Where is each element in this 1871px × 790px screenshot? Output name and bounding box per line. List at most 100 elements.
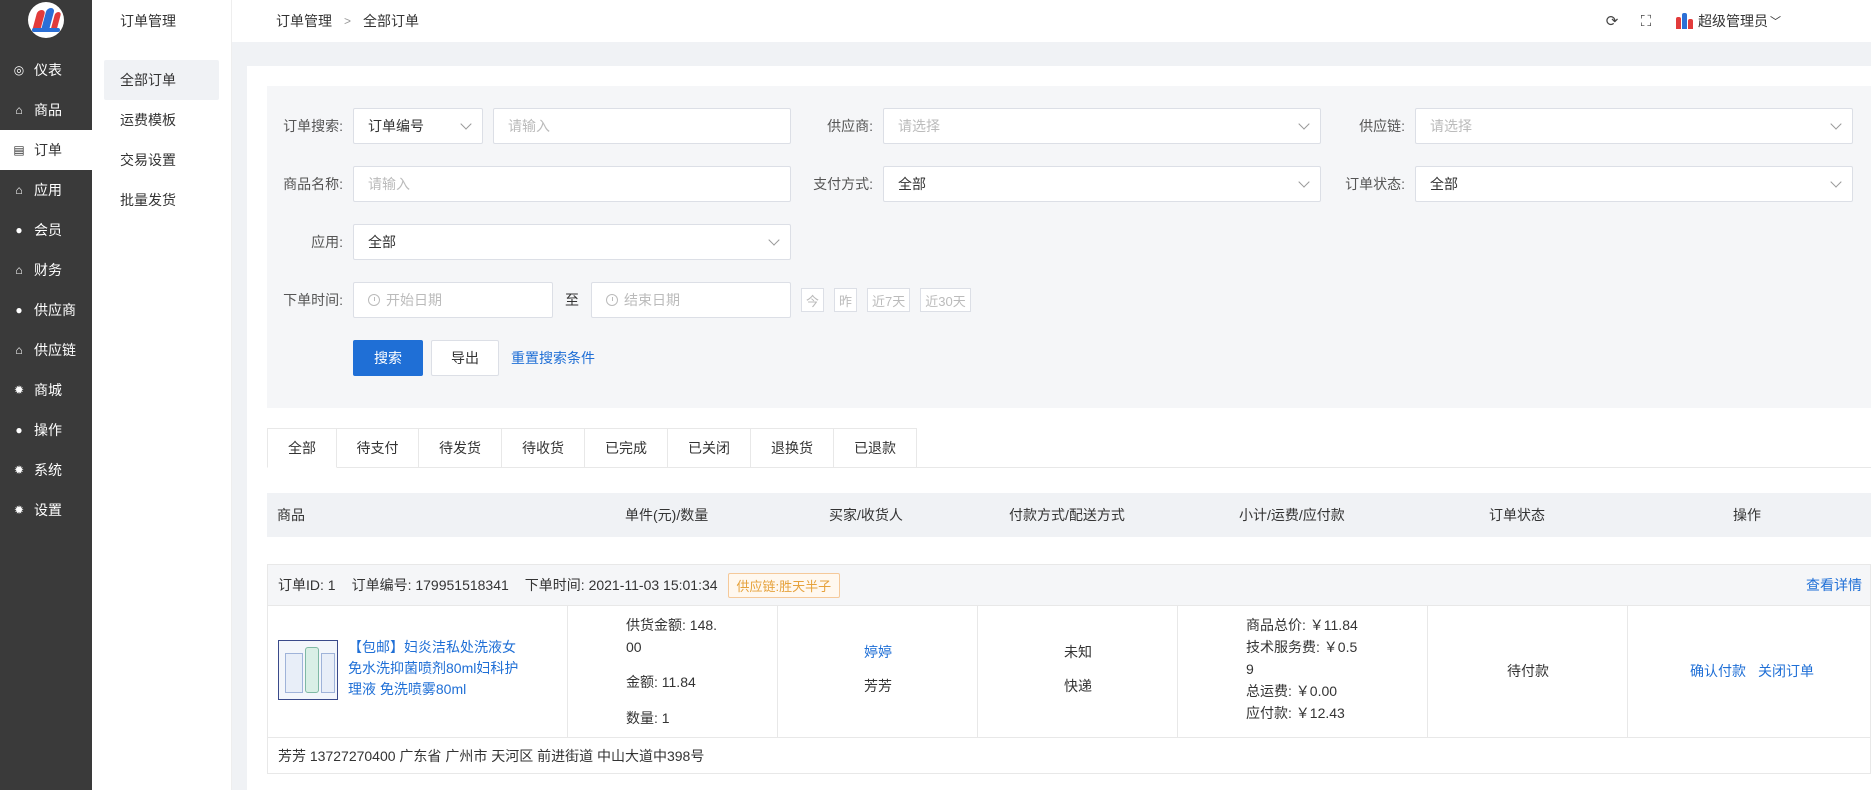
app-value: 全部	[368, 234, 396, 250]
tab-refunded[interactable]: 已退款	[834, 428, 917, 468]
sub-item-freight-template[interactable]: 运费模板	[104, 100, 219, 140]
sub-item-all-orders[interactable]: 全部订单	[104, 60, 219, 100]
product-name-link[interactable]: 【包邮】妇炎洁私处洗液女免水洗抑菌喷剂80ml妇科护理液 免洗喷雾80ml	[348, 637, 528, 700]
view-detail-link[interactable]: 查看详情	[1806, 575, 1862, 595]
order-time-label: 下单时间:	[283, 292, 343, 308]
order-row: 【包邮】妇炎洁私处洗液女免水洗抑菌喷剂80ml妇科护理液 免洗喷雾80ml 供货…	[267, 606, 1871, 738]
main-nav: ◎ 仪表 ⌂ 商品 ▤ 订单 ⌂ 应用 ● 会员 ⌂ 财务 ● 供应商 ⌂ 供应链 ✹ 商城 ● 操…	[0, 0, 92, 790]
nav-item-supply-chain[interactable]: ⌂ 供应链	[0, 330, 92, 370]
tab-completed[interactable]: 已完成	[585, 428, 668, 468]
nav-item-members[interactable]: ● 会员	[0, 210, 92, 250]
nav-item-label: 商城	[34, 382, 62, 398]
tab-pending-receipt[interactable]: 待收货	[502, 428, 585, 468]
supplier-row: 供应商: 请选择	[801, 108, 1321, 144]
app-select[interactable]: 全部	[353, 224, 791, 260]
search-row-2: 商品名称: 请输入	[267, 166, 791, 202]
nav-item-settings[interactable]: ✹ 设置	[0, 490, 92, 530]
document-icon: ▤	[13, 143, 25, 157]
sub-item-trade-settings[interactable]: 交易设置	[104, 140, 219, 180]
chevron-down-icon	[1830, 118, 1842, 130]
order-status-value: 全部	[1430, 176, 1458, 192]
order-header-row: 订单ID: 1 订单编号: 179951518341 下单时间: 2021-11…	[267, 564, 1871, 606]
breadcrumb: 订单管理 > 全部订单	[232, 11, 419, 31]
refresh-icon[interactable]: ⟳	[1604, 13, 1620, 30]
gear-icon: ✹	[13, 503, 25, 517]
chevron-down-icon	[1830, 176, 1842, 188]
pay-method-select[interactable]: 全部	[883, 166, 1321, 202]
search-button[interactable]: 搜索	[353, 340, 423, 376]
nav-item-apps[interactable]: ⌂ 应用	[0, 170, 92, 210]
supplier-select[interactable]: 请选择	[883, 108, 1321, 144]
search-actions: 搜索 导出 重置搜索条件	[353, 340, 595, 376]
order-search-type-value: 订单编号	[368, 118, 424, 134]
close-order-link[interactable]: 关闭订单	[1758, 661, 1814, 681]
order-price-cell: 供货金额: 148. 00 金额: 11.84 数量: 1	[568, 606, 778, 737]
user-menu[interactable]: 超级管理员 ﹀	[1674, 11, 1781, 31]
tab-returns[interactable]: 退换货	[751, 428, 834, 468]
order-status: 待付款	[1507, 663, 1549, 679]
quick-date-today[interactable]: 今	[801, 288, 825, 312]
order-search-type-select[interactable]: 订单编号	[353, 108, 483, 144]
quick-date-yesterday[interactable]: 昨	[834, 288, 858, 312]
quick-date-7days[interactable]: 近7天	[867, 288, 911, 312]
supply-chain-label: 供应链:	[1359, 118, 1405, 134]
tab-pending-payment[interactable]: 待支付	[337, 428, 419, 468]
nav-item-suppliers[interactable]: ● 供应商	[0, 290, 92, 330]
order-amount-cell: 商品总价: ￥11.84 技术服务费: ￥0.5 9 总运费: ￥0.00 应付…	[1178, 606, 1428, 737]
col-actions: 操作	[1733, 507, 1761, 523]
nav-item-dashboard[interactable]: ◎ 仪表	[0, 50, 92, 90]
app-root: ◎ 仪表 ⌂ 商品 ▤ 订单 ⌂ 应用 ● 会员 ⌂ 财务 ● 供应商 ⌂ 供应链 ✹ 商城 ● 操…	[0, 0, 1871, 790]
supply-chain-placeholder: 请选择	[1430, 118, 1472, 134]
fullscreen-icon[interactable]: ⛶	[1638, 13, 1654, 30]
col-amounts: 小计/运费/应付款	[1239, 507, 1345, 523]
nav-item-label: 设置	[34, 502, 62, 518]
supply-chain-tag: 供应链:胜天半子	[727, 572, 841, 598]
service-fee-line1: 技术服务费: ￥0.5	[1246, 639, 1358, 655]
pay-method-value: 全部	[898, 176, 926, 192]
tab-all[interactable]: 全部	[267, 428, 337, 468]
supply-chain-select[interactable]: 请选择	[1415, 108, 1853, 144]
product-name-input[interactable]: 请输入	[353, 166, 791, 202]
end-date-input[interactable]: 结束日期	[591, 282, 791, 318]
order-status-select[interactable]: 全部	[1415, 166, 1853, 202]
order-search-input[interactable]: 请输入	[493, 108, 791, 144]
order-status-row: 订单状态: 全部	[1329, 166, 1853, 202]
start-date-input[interactable]: 开始日期	[353, 282, 553, 318]
col-product: 商品	[277, 507, 305, 523]
product-image[interactable]	[278, 640, 338, 700]
nav-item-finance[interactable]: ⌂ 财务	[0, 250, 92, 290]
brand-logo[interactable]	[28, 2, 64, 38]
dashboard-icon: ◎	[13, 63, 25, 77]
quick-date-group: 今 昨 近7天 近30天	[801, 288, 981, 312]
supplier-label: 供应商:	[827, 118, 873, 134]
nav-item-products[interactable]: ⌂ 商品	[0, 90, 92, 130]
main-panel: 订单搜索: 订单编号 请输入 供应商: 请选择 供应链: 请选择 商品名称: 请…	[247, 66, 1871, 790]
supply-chain-row: 供应链: 请选择	[1329, 108, 1853, 144]
unit-amount: 金额: 11.84	[626, 674, 696, 690]
export-button[interactable]: 导出	[431, 340, 499, 376]
col-price-qty: 单件(元)/数量	[625, 507, 709, 523]
col-pay-delivery: 付款方式/配送方式	[1009, 507, 1125, 523]
nav-item-system[interactable]: ✹ 系统	[0, 450, 92, 490]
nav-item-label: 订单	[34, 142, 62, 158]
tab-closed[interactable]: 已关闭	[668, 428, 751, 468]
nav-item-label: 仪表	[34, 62, 62, 78]
nav-item-operations[interactable]: ● 操作	[0, 410, 92, 450]
nav-item-label: 供应商	[34, 302, 76, 318]
sub-item-batch-ship[interactable]: 批量发货	[104, 180, 219, 220]
end-date-placeholder: 结束日期	[624, 292, 680, 308]
nav-item-mall[interactable]: ✹ 商城	[0, 370, 92, 410]
supply-amount-line2: 00	[626, 639, 642, 655]
chevron-down-icon	[768, 234, 780, 246]
order-pay-cell: 未知 快递	[978, 606, 1178, 737]
bag-icon: ⌂	[15, 103, 23, 117]
buyer-name-link[interactable]: 婷婷	[778, 642, 978, 662]
nav-item-orders[interactable]: ▤ 订单	[0, 130, 92, 170]
order-status-tabs: 全部 待支付 待发货 待收货 已完成 已关闭 退换货 已退款	[267, 428, 1871, 468]
breadcrumb-item-order-management[interactable]: 订单管理	[276, 11, 332, 31]
reset-search-link[interactable]: 重置搜索条件	[511, 348, 595, 368]
chevron-down-icon: ﹀	[1770, 16, 1781, 28]
quick-date-30days[interactable]: 近30天	[920, 288, 971, 312]
confirm-payment-link[interactable]: 确认付款	[1690, 661, 1746, 681]
tab-pending-shipment[interactable]: 待发货	[419, 428, 502, 468]
